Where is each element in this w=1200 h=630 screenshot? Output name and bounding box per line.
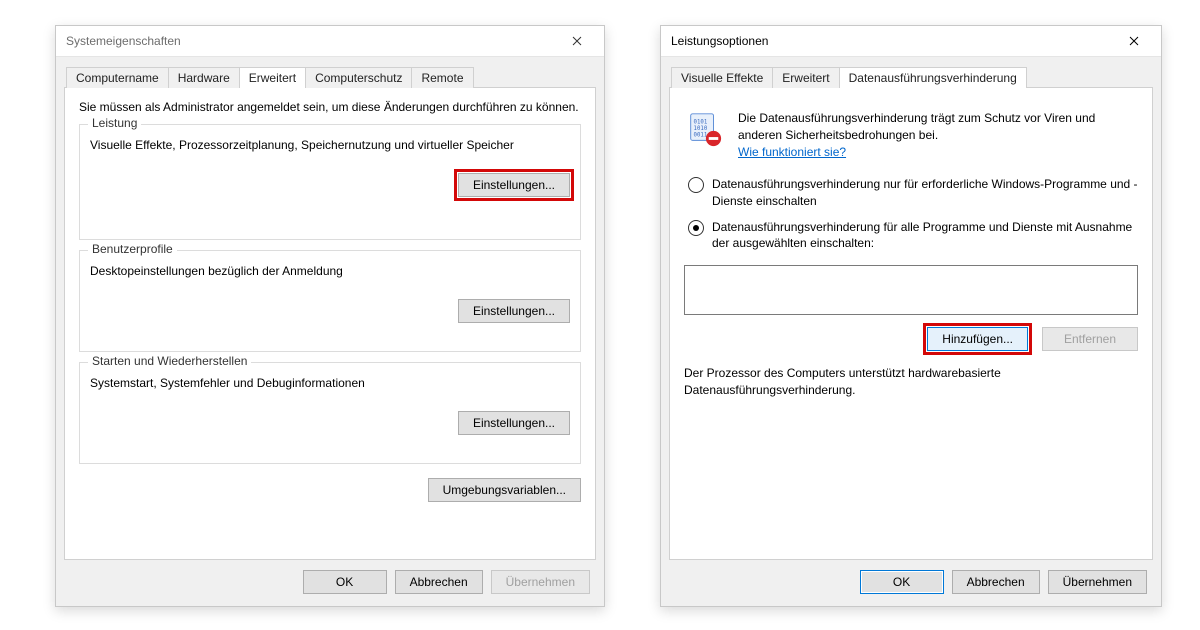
admin-intro-text: Sie müssen als Administrator angemeldet … — [79, 100, 581, 116]
add-button[interactable]: Hinzufügen... — [927, 327, 1028, 351]
tab-erweitert[interactable]: Erweitert — [239, 67, 306, 88]
dep-shield-icon: 0101 1010 0011 — [684, 110, 724, 148]
dep-intro-text: Die Datenausführungsverhinderung trägt z… — [738, 110, 1138, 160]
close-icon — [1129, 36, 1139, 46]
dep-radio-essential[interactable]: Datenausführungsverhinderung nur für erf… — [684, 176, 1138, 208]
window-title: Leistungsoptionen — [671, 34, 1113, 48]
profiles-settings-button[interactable]: Einstellungen... — [458, 299, 570, 323]
close-icon — [572, 36, 582, 46]
dep-support-text: Der Prozessor des Computers unterstützt … — [684, 365, 1138, 399]
startup-settings-button[interactable]: Einstellungen... — [458, 411, 570, 435]
radio-icon — [688, 177, 704, 193]
tab-hardware[interactable]: Hardware — [168, 67, 240, 88]
window-title: Systemeigenschaften — [66, 34, 556, 48]
group-performance: Leistung Visuelle Effekte, Prozessorzeit… — [79, 124, 581, 240]
close-button[interactable] — [556, 28, 598, 54]
performance-options-window: Leistungsoptionen Visuelle Effekte Erwei… — [660, 25, 1162, 607]
group-profiles-desc: Desktopeinstellungen bezüglich der Anmel… — [90, 263, 570, 279]
dialog-footer: OK Abbrechen Übernehmen — [669, 560, 1153, 598]
dep-exceptions-list[interactable] — [684, 265, 1138, 315]
tabpanel-erweitert: Sie müssen als Administrator angemeldet … — [64, 87, 596, 560]
titlebar: Systemeigenschaften — [56, 26, 604, 57]
tab-erweitert[interactable]: Erweitert — [772, 67, 839, 88]
ok-button[interactable]: OK — [860, 570, 944, 594]
dep-intro: 0101 1010 0011 Die Datenausführungsverhi… — [684, 110, 1138, 160]
radio-label: Datenausführungsverhinderung für alle Pr… — [712, 219, 1138, 251]
system-properties-window: Systemeigenschaften Computername Hardwar… — [55, 25, 605, 607]
apply-button[interactable]: Übernehmen — [1048, 570, 1147, 594]
cancel-button[interactable]: Abbrechen — [395, 570, 483, 594]
svg-text:0101: 0101 — [694, 119, 708, 125]
tab-dep[interactable]: Datenausführungsverhinderung — [839, 67, 1027, 88]
group-startup-legend: Starten und Wiederherstellen — [88, 354, 251, 368]
apply-button[interactable]: Übernehmen — [491, 570, 590, 594]
environment-variables-button[interactable]: Umgebungsvariablen... — [428, 478, 581, 502]
group-startup-desc: Systemstart, Systemfehler und Debuginfor… — [90, 375, 570, 391]
tabpanel-dep: 0101 1010 0011 Die Datenausführungsverhi… — [669, 87, 1153, 560]
group-performance-legend: Leistung — [88, 116, 141, 130]
tabstrip: Computername Hardware Erweitert Computer… — [64, 65, 596, 87]
tab-visuelle-effekte[interactable]: Visuelle Effekte — [671, 67, 773, 88]
tabstrip: Visuelle Effekte Erweitert Datenausführu… — [669, 65, 1153, 87]
group-profiles: Benutzerprofile Desktopeinstellungen bez… — [79, 250, 581, 352]
dep-radio-all[interactable]: Datenausführungsverhinderung für alle Pr… — [684, 219, 1138, 251]
dep-how-link[interactable]: Wie funktioniert sie? — [738, 145, 846, 159]
cancel-button[interactable]: Abbrechen — [952, 570, 1040, 594]
dep-desc-text: Die Datenausführungsverhinderung trägt z… — [738, 111, 1095, 142]
svg-text:0011: 0011 — [694, 133, 708, 139]
performance-settings-button[interactable]: Einstellungen... — [458, 173, 570, 197]
tab-computername[interactable]: Computername — [66, 67, 169, 88]
remove-button[interactable]: Entfernen — [1042, 327, 1138, 351]
tab-remote[interactable]: Remote — [411, 67, 473, 88]
radio-label: Datenausführungsverhinderung nur für erf… — [712, 176, 1138, 208]
titlebar: Leistungsoptionen — [661, 26, 1161, 57]
group-startup: Starten und Wiederherstellen Systemstart… — [79, 362, 581, 464]
close-button[interactable] — [1113, 28, 1155, 54]
ok-button[interactable]: OK — [303, 570, 387, 594]
group-performance-desc: Visuelle Effekte, Prozessorzeitplanung, … — [90, 137, 570, 153]
dialog-footer: OK Abbrechen Übernehmen — [64, 560, 596, 598]
tab-computerschutz[interactable]: Computerschutz — [305, 67, 412, 88]
radio-icon — [688, 220, 704, 236]
svg-text:1010: 1010 — [694, 126, 708, 132]
group-profiles-legend: Benutzerprofile — [88, 242, 177, 256]
